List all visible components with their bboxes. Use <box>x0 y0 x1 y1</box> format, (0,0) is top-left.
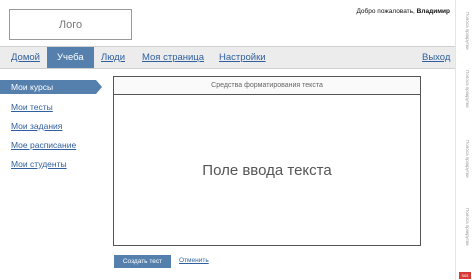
logout-link[interactable]: Выход <box>422 47 450 68</box>
sidebar: Мои курсы Мои тесты Мои задания Мое расп… <box>0 80 102 174</box>
welcome-prefix: Добро пожаловать, <box>356 8 415 15</box>
cancel-link[interactable]: Отменить <box>179 257 209 264</box>
top-navigation: Домой Учеба Люди Моя страница Настройки … <box>0 46 455 69</box>
text-input-placeholder: Поле ввода текста <box>202 161 332 179</box>
text-editor: Средства форматирования текста Поле ввод… <box>113 76 421 246</box>
sidebar-item-my-students[interactable]: Мои студенты <box>0 155 101 174</box>
gutter-label: Полоса прокрутки <box>465 12 470 50</box>
sidebar-item-my-tests[interactable]: Мои тесты <box>0 98 101 117</box>
create-test-button[interactable]: Создать тест <box>114 255 171 268</box>
gutter-label: Полоса прокрутки <box>465 140 470 178</box>
sidebar-item-my-schedule[interactable]: Мое расписание <box>0 136 101 155</box>
logo[interactable]: Лого <box>9 9 132 40</box>
text-input-area[interactable]: Поле ввода текста <box>114 95 420 245</box>
nav-item-settings[interactable]: Настройки <box>219 47 266 68</box>
annotation-gutter: Полоса прокрутки Полоса прокрутки Полоса… <box>455 0 472 280</box>
nav-item-home[interactable]: Домой <box>11 47 40 68</box>
gutter-label: Полоса прокрутки <box>465 70 470 108</box>
gutter-label: Полоса прокрутки <box>465 208 470 246</box>
welcome-message: Добро пожаловать, Владимир <box>356 8 450 15</box>
logo-text: Лого <box>58 18 83 31</box>
sidebar-item-my-courses[interactable]: Мои курсы <box>0 80 102 94</box>
nav-item-my-page[interactable]: Моя страница <box>142 47 204 68</box>
nav-item-people[interactable]: Люди <box>101 47 125 68</box>
gutter-badge: 505 <box>459 272 471 279</box>
formatting-toolbar[interactable]: Средства форматирования текста <box>114 77 420 95</box>
sidebar-item-my-assignments[interactable]: Мои задания <box>0 117 101 136</box>
nav-item-study[interactable]: Учеба <box>47 47 94 68</box>
user-name: Владимир <box>416 8 450 15</box>
page-frame: Лого Добро пожаловать, Владимир Домой Уч… <box>0 0 455 280</box>
